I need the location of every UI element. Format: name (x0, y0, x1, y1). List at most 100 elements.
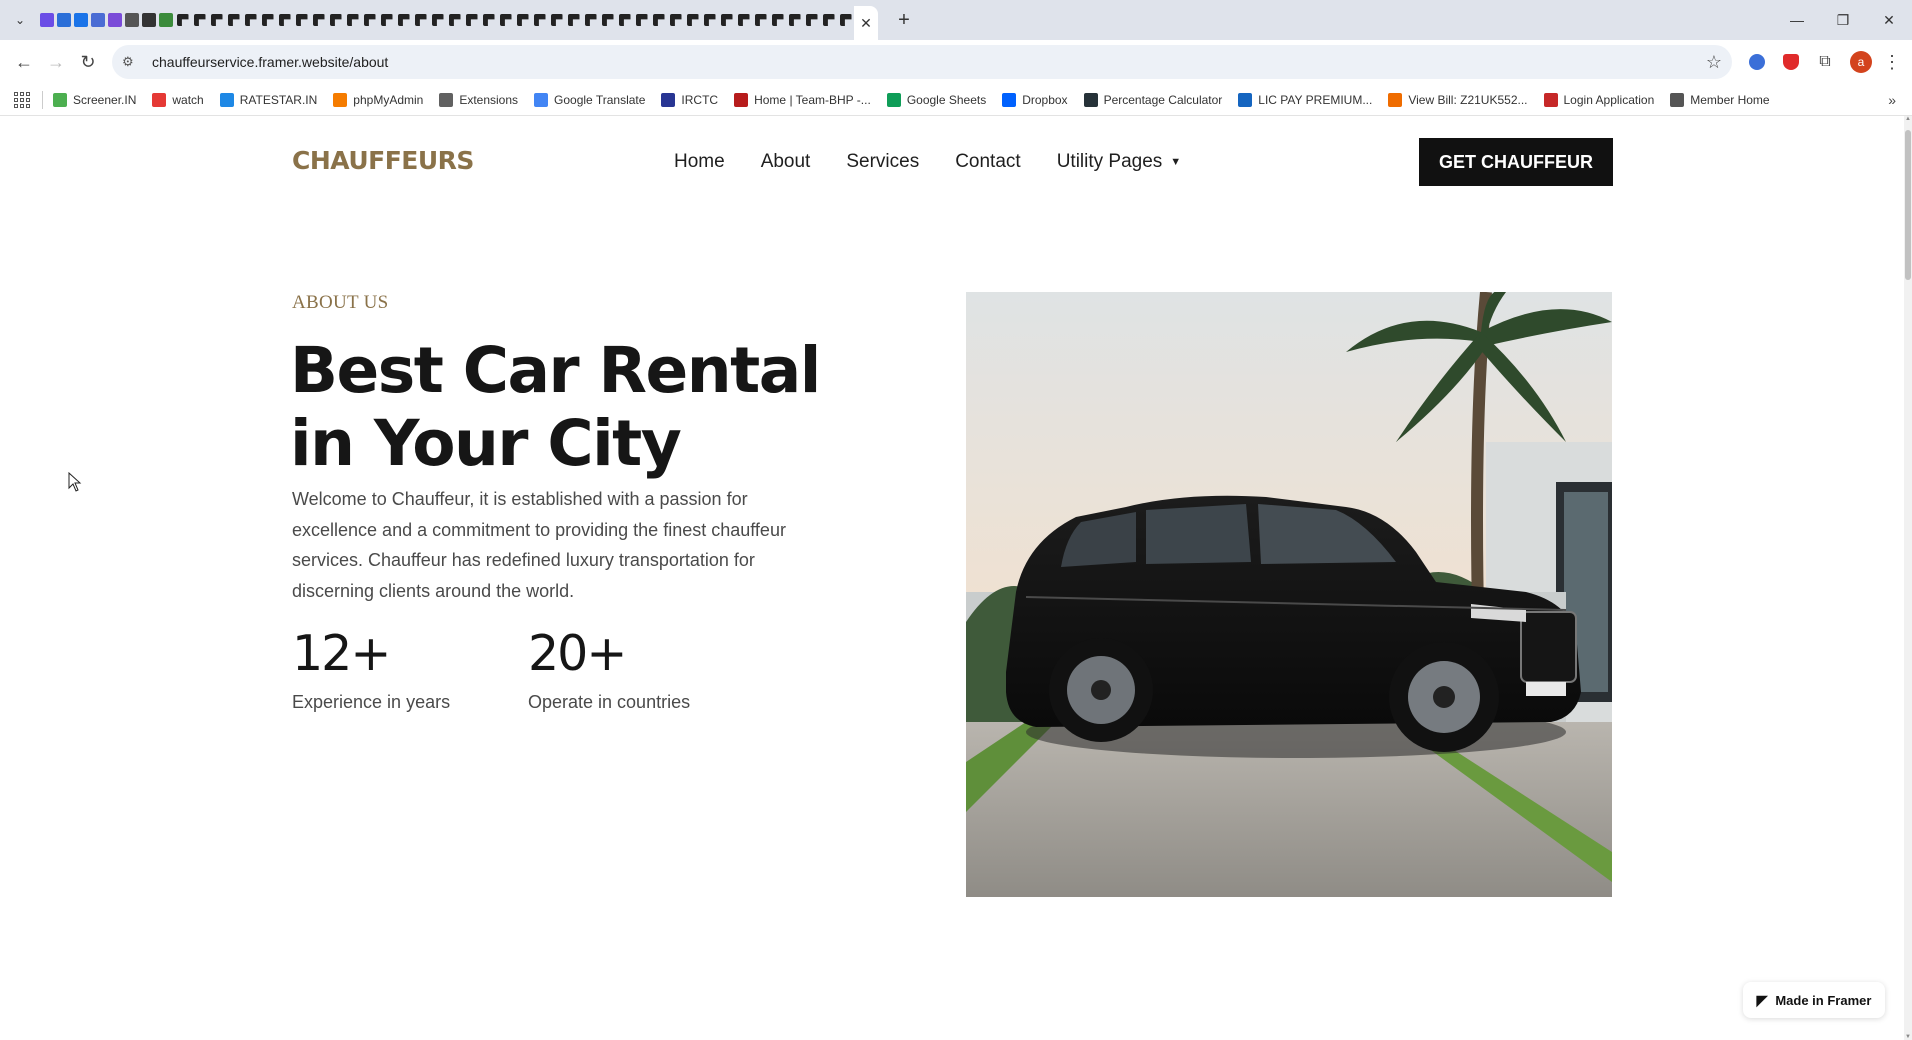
browser-tab[interactable] (837, 4, 854, 36)
browser-tab[interactable] (480, 4, 497, 36)
browser-menu-icon[interactable]: ⋮ (1880, 52, 1904, 73)
browser-tab[interactable] (310, 4, 327, 36)
nav-contact[interactable]: Contact (955, 151, 1020, 173)
bookmark-item[interactable]: Dropbox (1002, 92, 1068, 107)
browser-tab[interactable] (429, 4, 446, 36)
browser-tab[interactable] (548, 4, 565, 36)
forward-button[interactable]: → (40, 46, 72, 78)
browser-tab[interactable] (820, 4, 837, 36)
browser-tab[interactable] (276, 4, 293, 36)
browser-tab[interactable] (38, 4, 55, 36)
url-text[interactable]: chauffeurservice.framer.website/about (144, 54, 1706, 70)
bookmark-item[interactable]: Screener.IN (53, 92, 136, 107)
nav-utility-pages[interactable]: Utility Pages ▼ (1057, 151, 1182, 173)
bookmark-item[interactable]: Login Application (1543, 92, 1654, 107)
browser-tab[interactable] (225, 4, 242, 36)
bookmark-star-icon[interactable]: ☆ (1706, 52, 1722, 73)
bookmark-item[interactable]: phpMyAdmin (333, 92, 423, 107)
minimize-button[interactable]: — (1774, 0, 1820, 40)
browser-tab[interactable] (803, 4, 820, 36)
close-tab-button[interactable]: ✕ (854, 6, 878, 40)
bookmark-item[interactable]: LIC PAY PREMIUM... (1238, 92, 1372, 107)
browser-tab[interactable] (514, 4, 531, 36)
tab-strip: ⌄ ✕ + — ❐ ✕ (0, 0, 1912, 40)
browser-tab[interactable] (463, 4, 480, 36)
back-button[interactable]: ← (8, 46, 40, 78)
browser-tab[interactable] (55, 4, 72, 36)
close-window-button[interactable]: ✕ (1866, 0, 1912, 40)
address-bar[interactable]: ⚙ chauffeurservice.framer.website/about … (112, 45, 1732, 79)
browser-tab[interactable] (650, 4, 667, 36)
browser-tab[interactable] (157, 4, 174, 36)
browser-tab[interactable] (582, 4, 599, 36)
browser-tab[interactable] (752, 4, 769, 36)
bookmark-item[interactable]: Percentage Calculator (1083, 92, 1222, 107)
browser-tab[interactable] (140, 4, 157, 36)
browser-tab[interactable] (412, 4, 429, 36)
reload-button[interactable]: ↻ (72, 46, 104, 78)
stat-label: Operate in countries (528, 692, 691, 712)
bookmark-item[interactable]: watch (152, 92, 204, 107)
browser-tab[interactable] (106, 4, 123, 36)
browser-tab[interactable] (259, 4, 276, 36)
bookmark-item[interactable]: Home | Team-BHP -... (734, 92, 871, 107)
browser-tab[interactable] (667, 4, 684, 36)
browser-tab[interactable] (344, 4, 361, 36)
browser-tab[interactable] (72, 4, 89, 36)
browser-tab[interactable] (208, 4, 225, 36)
browser-tab[interactable] (599, 4, 616, 36)
browser-tab[interactable] (633, 4, 650, 36)
restore-button[interactable]: ❐ (1820, 0, 1866, 40)
browser-tab[interactable] (327, 4, 344, 36)
browser-tab[interactable] (684, 4, 701, 36)
bookmark-label: Extensions (459, 92, 519, 107)
browser-tab[interactable] (89, 4, 106, 36)
browser-tab[interactable] (616, 4, 633, 36)
browser-tab[interactable] (786, 4, 803, 36)
site-logo[interactable]: CHAUFFEURS (292, 146, 474, 175)
browser-tab[interactable] (446, 4, 463, 36)
bookmark-item[interactable]: View Bill: Z21UK552... (1388, 92, 1528, 107)
scrollbar-thumb[interactable] (1905, 130, 1911, 280)
bookmark-item[interactable]: Extensions (439, 92, 519, 107)
tab-favicon-icon (193, 14, 206, 26)
bookmarks-overflow-icon[interactable]: » (1888, 92, 1902, 108)
browser-tab[interactable] (293, 4, 310, 36)
site-info-icon[interactable]: ⚙ (122, 54, 144, 70)
browser-tab[interactable] (497, 4, 514, 36)
browser-tab[interactable] (701, 4, 718, 36)
profile-avatar[interactable]: a (1850, 51, 1872, 73)
browser-tab[interactable] (769, 4, 786, 36)
browser-tab[interactable] (361, 4, 378, 36)
browser-tab[interactable] (531, 4, 548, 36)
browser-tab[interactable] (378, 4, 395, 36)
page-scrollbar[interactable]: ▲ ▼ (1904, 116, 1912, 1040)
made-in-framer-badge[interactable]: ◤ Made in Framer (1743, 982, 1885, 1018)
bookmark-item[interactable]: Member Home (1670, 92, 1770, 107)
extension-1-icon[interactable] (1740, 46, 1774, 78)
scroll-up-arrow-icon[interactable]: ▲ (1904, 116, 1912, 122)
bookmark-item[interactable]: IRCTC (661, 92, 718, 107)
apps-grid-icon[interactable] (12, 90, 32, 110)
get-chauffeur-button[interactable]: GET CHAUFFEUR (1419, 138, 1613, 186)
browser-tab[interactable] (565, 4, 582, 36)
browser-tab[interactable] (123, 4, 140, 36)
scroll-down-arrow-icon[interactable]: ▼ (1904, 1034, 1912, 1040)
extension-shield-icon[interactable] (1774, 46, 1808, 78)
extensions-puzzle-icon[interactable]: ⧉ (1808, 46, 1842, 78)
bookmark-item[interactable]: Google Sheets (886, 92, 986, 107)
new-tab-button[interactable]: + (886, 4, 922, 36)
browser-tab[interactable] (242, 4, 259, 36)
browser-tab[interactable] (718, 4, 735, 36)
browser-tab[interactable] (174, 4, 191, 36)
browser-tab[interactable] (395, 4, 412, 36)
tab-favicon-icon (346, 14, 359, 26)
nav-home[interactable]: Home (674, 151, 725, 173)
browser-tab[interactable] (191, 4, 208, 36)
bookmark-item[interactable]: RATESTAR.IN (219, 92, 317, 107)
browser-tab[interactable] (735, 4, 752, 36)
tab-search-chevron-icon[interactable]: ⌄ (4, 4, 36, 36)
bookmark-item[interactable]: Google Translate (534, 92, 645, 107)
nav-about[interactable]: About (761, 151, 811, 173)
nav-services[interactable]: Services (846, 151, 919, 173)
